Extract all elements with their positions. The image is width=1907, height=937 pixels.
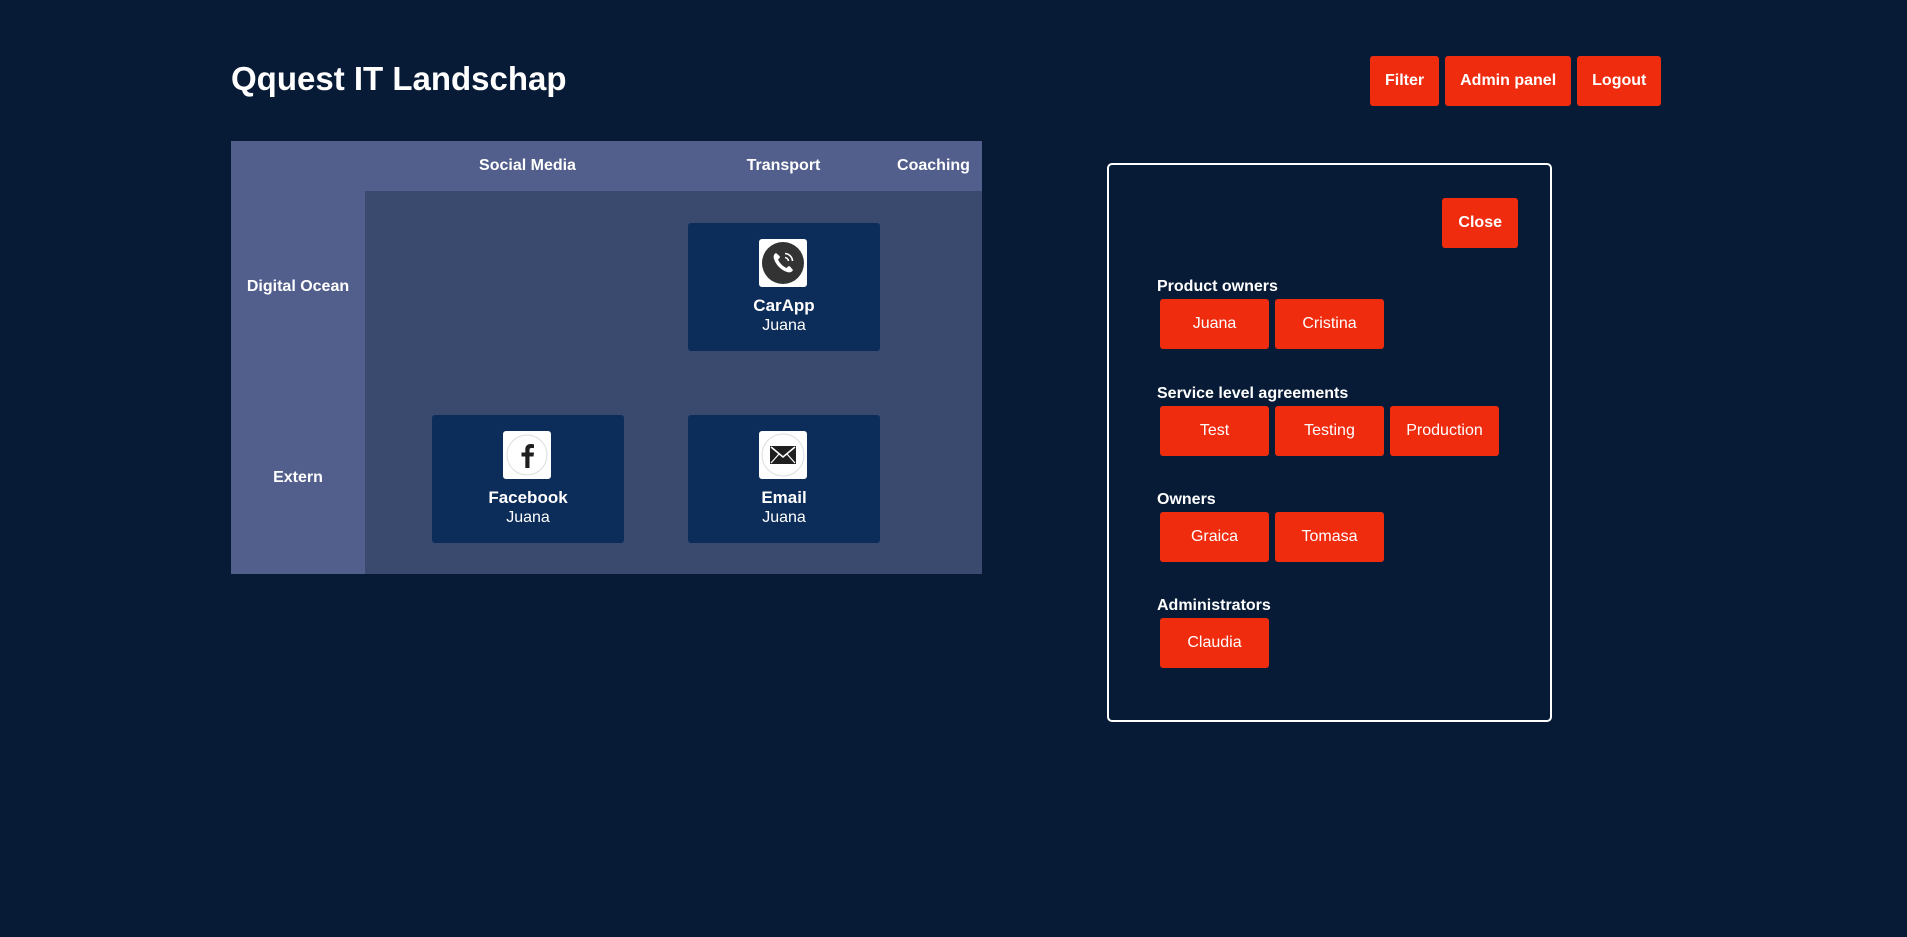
chip-list: Juana Cristina: [1160, 299, 1384, 349]
detail-panel: Close Product owners Juana Cristina Serv…: [1107, 163, 1552, 722]
page-title: Qquest IT Landschap: [231, 60, 567, 97]
app-card-carapp[interactable]: CarApp Juana: [688, 223, 880, 351]
app-card-facebook[interactable]: Facebook Juana: [432, 415, 624, 543]
app-card-email[interactable]: Email Juana: [688, 415, 880, 543]
person-chip[interactable]: Juana: [1160, 299, 1269, 349]
person-chip[interactable]: Graica: [1160, 512, 1269, 562]
logout-button[interactable]: Logout: [1577, 56, 1662, 106]
column-header-coaching: Coaching: [897, 157, 970, 174]
person-chip[interactable]: Tomasa: [1275, 512, 1384, 562]
chip-list: Graica Tomasa: [1160, 512, 1384, 562]
grid-corner: [231, 141, 365, 191]
section-title: Product owners: [1157, 278, 1278, 295]
person-chip[interactable]: Cristina: [1275, 299, 1384, 349]
column-header-transport: Transport: [746, 157, 821, 174]
chip-list: Claudia: [1160, 618, 1271, 668]
row-header-extern: Extern: [273, 469, 323, 486]
phone-icon: [759, 239, 807, 287]
section-title: Administrators: [1157, 597, 1271, 614]
filter-button[interactable]: Filter: [1370, 56, 1440, 106]
grid-cells: CarApp Juana Facebook Juana Email Juana: [365, 191, 982, 574]
app-owner: Juana: [762, 509, 806, 526]
column-header-row: Social Media Transport Coaching: [365, 141, 982, 191]
app-name: CarApp: [753, 296, 815, 315]
sla-section: Service level agreements Test Testing Pr…: [1157, 385, 1499, 456]
section-title: Service level agreements: [1157, 385, 1349, 402]
app-owner: Juana: [762, 317, 806, 334]
row-header-digital-ocean: Digital Ocean: [246, 278, 350, 295]
close-button[interactable]: Close: [1442, 198, 1518, 248]
envelope-icon: [759, 431, 807, 479]
app-owner: Juana: [506, 509, 550, 526]
sla-chip[interactable]: Production: [1390, 406, 1499, 456]
product-owners-section: Product owners Juana Cristina: [1157, 278, 1384, 349]
facebook-icon: [503, 431, 551, 479]
app-name: Facebook: [488, 488, 568, 507]
row-header-column: Digital Ocean Extern: [231, 191, 365, 574]
column-header-social-media: Social Media: [479, 157, 576, 174]
landscape-grid: Social Media Transport Coaching Digital …: [231, 141, 982, 574]
person-chip[interactable]: Claudia: [1160, 618, 1269, 668]
sla-chip[interactable]: Testing: [1275, 406, 1384, 456]
chip-list: Test Testing Production: [1160, 406, 1499, 456]
top-actions: Filter Admin panel Logout: [1370, 56, 1662, 106]
sla-chip[interactable]: Test: [1160, 406, 1269, 456]
administrators-section: Administrators Claudia: [1157, 597, 1271, 668]
app-name: Email: [761, 488, 807, 507]
owners-section: Owners Graica Tomasa: [1157, 491, 1384, 562]
admin-panel-button[interactable]: Admin panel: [1445, 56, 1572, 106]
section-title: Owners: [1157, 491, 1216, 508]
